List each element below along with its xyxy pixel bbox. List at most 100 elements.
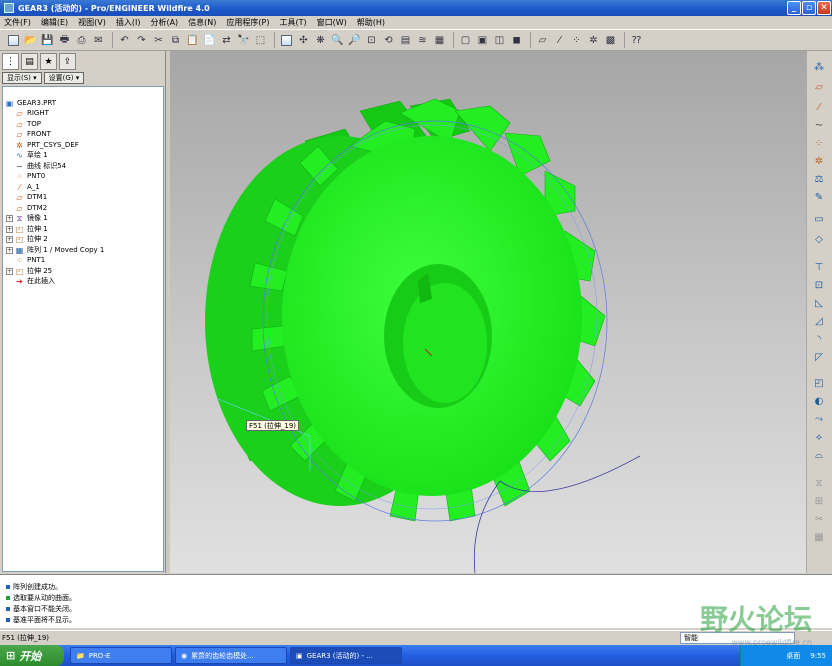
- cut-icon[interactable]: ✂: [151, 33, 166, 48]
- expand-icon[interactable]: +: [6, 235, 13, 243]
- boundary-tool-icon[interactable]: ⌓: [811, 447, 827, 463]
- minimize-button[interactable]: _: [787, 1, 801, 15]
- pattern-tool-icon[interactable]: ▦: [811, 529, 827, 545]
- print-preview-icon[interactable]: ⎙: [74, 33, 89, 48]
- connections-tab-icon[interactable]: ⇪: [59, 53, 76, 70]
- sweep-tool-icon[interactable]: ⤳: [811, 411, 827, 427]
- tree-item-mirror[interactable]: + ⧖ 镜像 1: [6, 213, 48, 223]
- datum-point-tool-icon[interactable]: ⁘: [811, 135, 827, 151]
- menu-insert[interactable]: 插入(I): [116, 17, 141, 28]
- close-button[interactable]: ✕: [817, 1, 831, 15]
- regenerate-icon[interactable]: ⇄: [219, 33, 234, 48]
- rib-tool-icon[interactable]: ◺: [811, 295, 827, 311]
- save-icon[interactable]: 💾: [40, 33, 55, 48]
- layers-icon[interactable]: ≋: [415, 33, 430, 48]
- tree-item-right[interactable]: ▱ RIGHT: [15, 108, 48, 118]
- menu-window[interactable]: 窗口(W): [317, 17, 347, 28]
- spin-center-icon[interactable]: ✣: [296, 33, 311, 48]
- tree-item-extrude-2[interactable]: + ◰ 拉伸 2: [6, 234, 48, 244]
- menu-applications[interactable]: 应用程序(P): [226, 17, 269, 28]
- wireframe-icon[interactable]: ▢: [458, 33, 473, 48]
- menu-file[interactable]: 文件(F): [4, 17, 31, 28]
- draft-tool-icon[interactable]: ◿: [811, 313, 827, 329]
- csys-display-icon[interactable]: ✲: [586, 33, 601, 48]
- print-icon[interactable]: 🖶: [57, 33, 72, 48]
- start-button[interactable]: ⊞ 开始: [0, 645, 64, 666]
- favorites-tab-icon[interactable]: ★: [40, 53, 57, 70]
- view-manager-icon[interactable]: ▦: [432, 33, 447, 48]
- shell-tool-icon[interactable]: ⊡: [811, 277, 827, 293]
- gear-model[interactable]: [170, 51, 806, 573]
- revolve-tool-icon[interactable]: ◐: [811, 393, 827, 409]
- repaint-icon[interactable]: [279, 33, 294, 48]
- select-box-icon[interactable]: ⬚: [253, 33, 268, 48]
- datum-plane-display-icon[interactable]: ▱: [535, 33, 550, 48]
- menu-edit[interactable]: 编辑(E): [41, 17, 68, 28]
- zoom-in-icon[interactable]: 🔍: [330, 33, 345, 48]
- tree-item-dtm2[interactable]: ▱ DTM2: [15, 203, 47, 213]
- hidden-line-icon[interactable]: ▣: [475, 33, 490, 48]
- no-hidden-icon[interactable]: ◫: [492, 33, 507, 48]
- datum-curve-tool-icon[interactable]: ∼: [811, 117, 827, 133]
- merge-tool-icon[interactable]: ⊞: [811, 493, 827, 509]
- tray-desktop-label[interactable]: 桌面: [786, 651, 800, 661]
- menu-view[interactable]: 视图(V): [78, 17, 106, 28]
- tree-item-curve[interactable]: ~ 曲线 标识54: [15, 161, 66, 171]
- email-icon[interactable]: ✉: [91, 33, 106, 48]
- show-dropdown[interactable]: 显示(S) ▾: [2, 72, 42, 84]
- saved-views-icon[interactable]: ▤: [398, 33, 413, 48]
- analysis-tool-icon[interactable]: ⚖: [811, 171, 827, 187]
- paste-special-icon[interactable]: 📄: [202, 33, 217, 48]
- settings-dropdown[interactable]: 设置(G) ▾: [43, 72, 85, 84]
- style-tool-icon[interactable]: ◇: [811, 231, 827, 247]
- zoom-out-icon[interactable]: 🔎: [347, 33, 362, 48]
- datum-display-icon[interactable]: ⁂: [811, 59, 827, 75]
- datum-point-display-icon[interactable]: ⁘: [569, 33, 584, 48]
- hole-tool-icon[interactable]: ⊤: [811, 259, 827, 275]
- datum-axis-display-icon[interactable]: ⁄: [552, 33, 567, 48]
- annotation-display-icon[interactable]: ▩: [603, 33, 618, 48]
- tree-item-insert-here[interactable]: ➔ 在此插入: [15, 276, 55, 286]
- tree-item-extrude-25[interactable]: + ◰ 拉伸 25: [6, 266, 52, 276]
- tree-item-pnt1[interactable]: ⁘ PNT1: [15, 255, 45, 265]
- task-browser[interactable]: ◉ 累赘的齿轮齿模处...: [175, 647, 287, 664]
- task-proe-folder[interactable]: 📁 PRO-E: [70, 647, 172, 664]
- csys-tool-icon[interactable]: ✲: [811, 153, 827, 169]
- tree-item-front[interactable]: ▱ FRONT: [15, 129, 51, 139]
- datum-plane-tool-icon[interactable]: ▱: [811, 79, 827, 95]
- tree-item-pattern[interactable]: + ▦ 阵列 1 / Moved Copy 1: [6, 245, 104, 255]
- folder-browser-tab-icon[interactable]: ▤: [21, 53, 38, 70]
- tree-item-sketch[interactable]: ∿ 草绘 1: [15, 150, 48, 160]
- open-folder-icon[interactable]: 📂: [23, 33, 38, 48]
- model-tree-tab-icon[interactable]: ⋮: [2, 53, 19, 70]
- task-proe-window[interactable]: ▣ GEAR3 (活动的) - ...: [290, 647, 402, 664]
- reorient-icon[interactable]: ⟲: [381, 33, 396, 48]
- insert-sketch-icon[interactable]: ▭: [811, 211, 827, 227]
- tree-item-dtm1[interactable]: ▱ DTM1: [15, 192, 47, 202]
- maximize-button[interactable]: ▫: [802, 1, 816, 15]
- find-icon[interactable]: 🔭: [236, 33, 251, 48]
- datum-axis-tool-icon[interactable]: ⁄: [811, 99, 827, 115]
- tree-item-csys[interactable]: ✲ PRT_CSYS_DEF: [15, 140, 79, 150]
- model-tree[interactable]: ▣ GEAR3.PRT ▱ RIGHT ▱ TOP ▱ FRONT ✲ PRT_CSYS_…: [2, 86, 164, 572]
- expand-icon[interactable]: +: [6, 225, 13, 233]
- mirror-tool-icon[interactable]: ⧖: [811, 475, 827, 491]
- graphics-window[interactable]: F51 (拉伸_19): [170, 51, 806, 573]
- extrude-tool-icon[interactable]: ◰: [811, 375, 827, 391]
- expand-icon[interactable]: +: [6, 246, 13, 254]
- round-tool-icon[interactable]: ◝: [811, 331, 827, 347]
- sketch-tool-icon[interactable]: ✎: [811, 189, 827, 205]
- trim-tool-icon[interactable]: ✂: [811, 511, 827, 527]
- chamfer-tool-icon[interactable]: ◸: [811, 349, 827, 365]
- menu-help[interactable]: 帮助(H): [357, 17, 385, 28]
- paste-icon[interactable]: 📋: [185, 33, 200, 48]
- copy-icon[interactable]: ⧉: [168, 33, 183, 48]
- tree-item-pnt0[interactable]: ⁘ PNT0: [15, 171, 45, 181]
- tree-item-extrude-1[interactable]: + ◰ 拉伸 1: [6, 224, 48, 234]
- tree-item-axis[interactable]: ⁄ A_1: [15, 182, 40, 192]
- expand-icon[interactable]: +: [6, 214, 13, 222]
- new-file-icon[interactable]: [6, 33, 21, 48]
- blend-tool-icon[interactable]: ⟡: [811, 429, 827, 445]
- expand-icon[interactable]: +: [6, 267, 13, 275]
- menu-tools[interactable]: 工具(T): [280, 17, 307, 28]
